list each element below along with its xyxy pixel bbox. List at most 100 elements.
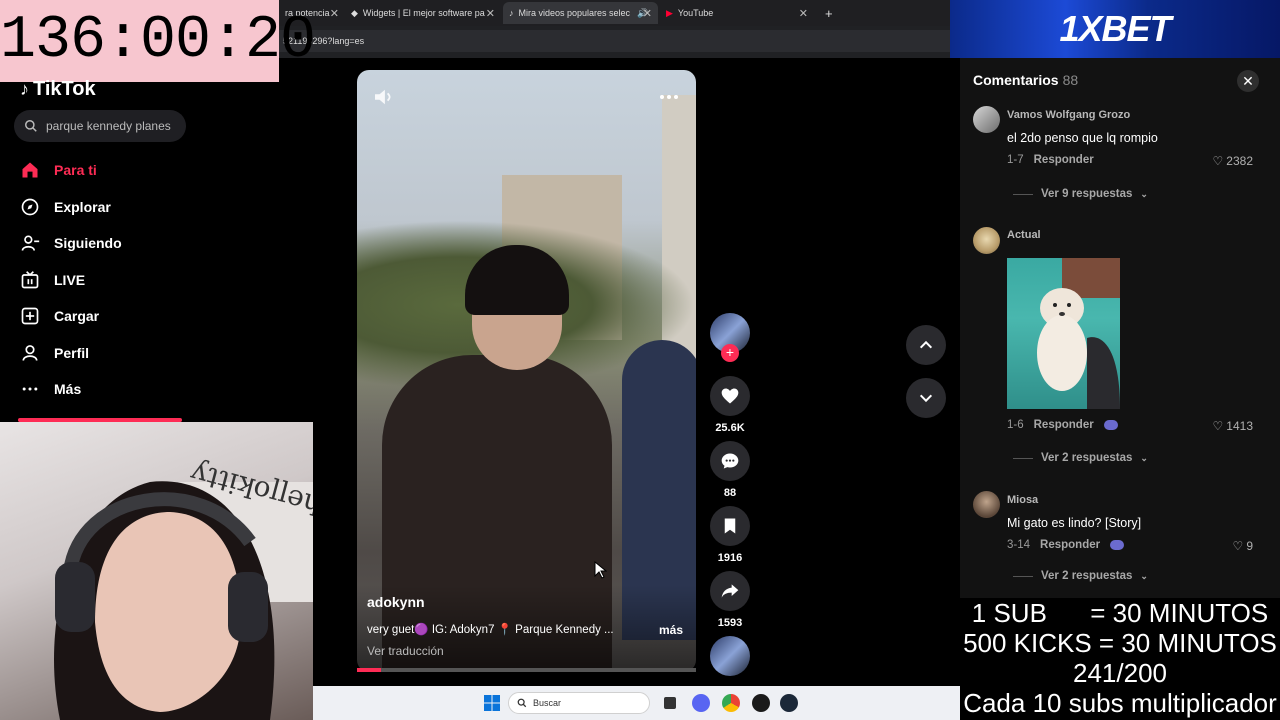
task-view-icon[interactable] bbox=[664, 697, 676, 709]
reply-button[interactable]: Responder bbox=[1034, 419, 1094, 431]
like-button[interactable]: 25.6K bbox=[710, 376, 750, 434]
comment-date: 1-6 bbox=[1007, 419, 1024, 431]
share-button[interactable]: 1593 bbox=[710, 571, 750, 629]
comments-header: Comentarios 88 bbox=[973, 72, 1078, 88]
view-replies-button[interactable]: Ver 2 respuestas ⌄ bbox=[1013, 452, 1148, 464]
music-disc-avatar[interactable] bbox=[710, 636, 750, 676]
view-replies-button[interactable]: Ver 9 respuestas ⌄ bbox=[1013, 188, 1148, 200]
comment-meta: 1-7 Responder bbox=[1007, 154, 1094, 166]
tab-4[interactable]: ▶ YouTube ✕ bbox=[660, 2, 814, 24]
comment-username[interactable]: Vamos Wolfgang Grozo bbox=[1007, 109, 1130, 121]
video-author[interactable]: adokynn bbox=[367, 594, 425, 610]
avatar[interactable] bbox=[973, 227, 1000, 254]
new-tab-button[interactable]: + bbox=[819, 2, 839, 24]
reply-button[interactable]: Responder bbox=[1040, 539, 1100, 551]
chrome-icon[interactable] bbox=[722, 694, 740, 712]
sidebar-item-label: LIVE bbox=[54, 272, 86, 288]
youtube-icon: ▶ bbox=[666, 7, 673, 18]
comment-meta: 3-14 Responder bbox=[1007, 539, 1125, 551]
comment-like-button[interactable]: ♡ 2382 bbox=[1213, 154, 1253, 168]
sidebar-item-cargar[interactable]: Cargar bbox=[20, 306, 99, 326]
chevron-down-icon: ⌄ bbox=[1140, 188, 1148, 199]
close-icon[interactable]: ✕ bbox=[330, 7, 339, 20]
volume-icon[interactable] bbox=[373, 88, 395, 106]
creator-liked-icon bbox=[1110, 540, 1125, 550]
reply-button[interactable]: Responder bbox=[1034, 154, 1094, 166]
sidebar-item-label: Cargar bbox=[54, 308, 100, 324]
view-replies-label: Ver 2 respuestas bbox=[1041, 570, 1133, 582]
tiktok-icon: ♪ bbox=[509, 8, 514, 18]
save-count: 1916 bbox=[717, 552, 743, 564]
webcam-image: ʎʇʇᴉʞollǝɥ bbox=[54, 452, 313, 720]
heart-outline-icon: ♡ bbox=[1232, 539, 1244, 553]
video-progress-bar[interactable] bbox=[357, 668, 696, 672]
tab-2[interactable]: ◆ Widgets | El mejor software pa ✕ bbox=[345, 2, 501, 24]
discord-icon[interactable] bbox=[692, 694, 710, 712]
search-icon bbox=[517, 698, 527, 708]
upload-icon bbox=[21, 307, 39, 325]
sidebar-item-mas[interactable]: Más bbox=[20, 379, 81, 399]
comment-text: Mi gato es lindo? [Story] bbox=[1007, 516, 1142, 530]
heart-icon bbox=[721, 388, 739, 404]
divider bbox=[1013, 457, 1033, 459]
comment-date: 1-7 bbox=[1007, 154, 1024, 166]
avatar[interactable] bbox=[973, 491, 1000, 518]
share-count: 1593 bbox=[717, 617, 743, 629]
close-icon[interactable]: ✕ bbox=[486, 7, 495, 20]
comment-button[interactable]: 88 bbox=[710, 441, 750, 499]
sidebar-item-label: Perfil bbox=[54, 345, 90, 361]
search-input[interactable]: parque kennedy planes bbox=[14, 110, 186, 142]
subathon-line-2: 500 KICKS = 30 MINUTOS bbox=[963, 628, 1277, 658]
stream-timer: 136:00:20 bbox=[0, 0, 316, 82]
tiktok-logo[interactable]: ♪ TikTok bbox=[20, 78, 96, 101]
view-replies-button[interactable]: Ver 2 respuestas ⌄ bbox=[1013, 570, 1148, 582]
bookmark-button[interactable]: 1916 bbox=[710, 506, 750, 564]
video-caption: very guet🟣 IG: Adokyn7 📍 Parque Kennedy … bbox=[367, 624, 614, 636]
address-bar[interactable]: 521196296?lang=es bbox=[279, 30, 950, 52]
comment-image[interactable] bbox=[1007, 258, 1120, 409]
webcam-feed: ʎʇʇᴉʞollǝɥ bbox=[0, 422, 313, 720]
video-player[interactable] bbox=[357, 70, 696, 672]
subathon-line-1: 1 SUB = 30 MINUTOS bbox=[971, 598, 1269, 628]
sidebar-item-siguiendo[interactable]: Siguiendo bbox=[20, 233, 122, 253]
comment-like-button[interactable]: ♡ 9 bbox=[1233, 539, 1253, 553]
follow-button[interactable]: + bbox=[721, 344, 739, 362]
translate-link[interactable]: Ver traducción bbox=[367, 644, 444, 658]
close-icon[interactable]: ✕ bbox=[643, 7, 652, 20]
subathon-line-3: 241/200 bbox=[1073, 658, 1167, 688]
close-icon[interactable]: ✕ bbox=[799, 7, 808, 20]
caption-more-link[interactable]: más bbox=[659, 623, 683, 637]
windows-start-icon[interactable] bbox=[484, 695, 500, 711]
comment-icon bbox=[721, 453, 739, 469]
avatar[interactable] bbox=[973, 106, 1000, 133]
comment-meta: 1-6 Responder bbox=[1007, 419, 1118, 431]
comment-username[interactable]: Actual bbox=[1007, 229, 1041, 241]
video-progress-fill bbox=[357, 668, 381, 672]
sidebar-item-para-ti[interactable]: Para ti bbox=[20, 160, 97, 180]
next-video-button[interactable] bbox=[906, 378, 946, 418]
tab-label: YouTube bbox=[677, 8, 714, 18]
sidebar-item-live[interactable]: LIVE bbox=[20, 270, 85, 290]
more-options-icon[interactable] bbox=[659, 94, 679, 100]
close-comments-button[interactable]: ✕ bbox=[1237, 70, 1259, 92]
sidebar-item-label: Explorar bbox=[54, 199, 111, 215]
sound-disc[interactable] bbox=[710, 636, 750, 676]
chevron-down-icon: ⌄ bbox=[1140, 452, 1148, 463]
obs-icon[interactable] bbox=[752, 694, 770, 712]
heart-outline-icon: ♡ bbox=[1212, 419, 1224, 433]
sponsor-logo: 1XBET bbox=[1059, 8, 1171, 49]
previous-video-button[interactable] bbox=[906, 325, 946, 365]
comment-count: 88 bbox=[723, 487, 737, 499]
comment-like-button[interactable]: ♡ 1413 bbox=[1213, 419, 1253, 433]
close-icon: ✕ bbox=[1242, 72, 1254, 89]
logo-text: TikTok bbox=[33, 78, 96, 100]
steam-icon[interactable] bbox=[780, 694, 798, 712]
search-icon bbox=[25, 120, 37, 132]
sidebar-item-perfil[interactable]: Perfil bbox=[20, 343, 89, 363]
taskbar-search[interactable]: Buscar bbox=[508, 692, 650, 714]
home-icon bbox=[22, 162, 38, 178]
comment-username[interactable]: Miosa bbox=[1007, 494, 1038, 506]
sidebar-item-explorar[interactable]: Explorar bbox=[20, 197, 111, 217]
tab-3[interactable]: ♪ Mira videos populares selec 🔊 ✕ bbox=[503, 2, 658, 24]
divider bbox=[1013, 193, 1033, 195]
